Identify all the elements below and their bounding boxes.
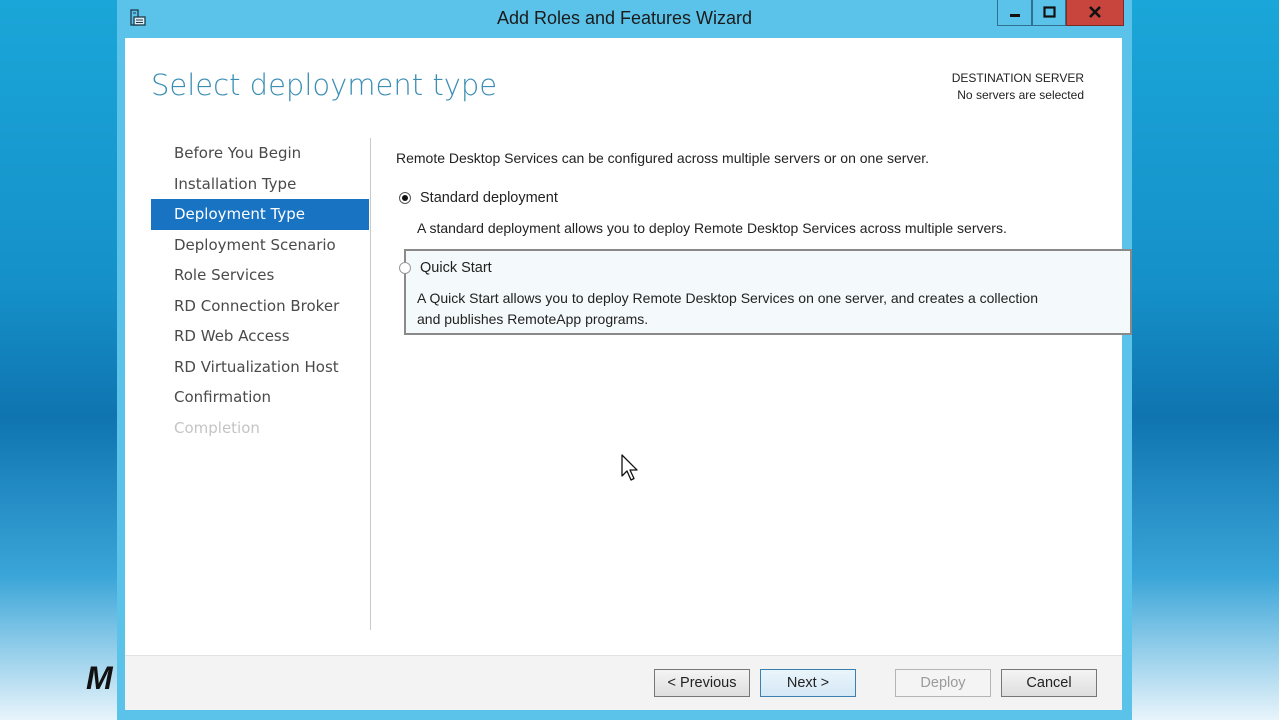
maximize-button[interactable] xyxy=(1032,0,1066,26)
window-title: Add Roles and Features Wizard xyxy=(496,8,753,28)
nav-item-rd-connection-broker[interactable]: RD Connection Broker xyxy=(151,291,369,322)
destination-server-value: No servers are selected xyxy=(957,88,1084,102)
minimize-button[interactable] xyxy=(997,0,1032,26)
nav-item-installation-type[interactable]: Installation Type xyxy=(151,169,369,200)
maximize-icon xyxy=(1042,3,1056,22)
nav-item-deployment-type[interactable]: Deployment Type xyxy=(151,199,369,230)
nav-item-deployment-scenario[interactable]: Deployment Scenario xyxy=(151,230,369,261)
cancel-button[interactable]: Cancel xyxy=(1001,669,1097,697)
background-brand-text: M xyxy=(86,660,113,696)
quick-start-radio[interactable] xyxy=(399,262,411,274)
wizard-window: Add Roles and Features Wizard Select dep… xyxy=(117,0,1132,720)
close-button[interactable] xyxy=(1066,0,1124,26)
standard-deployment-radio[interactable] xyxy=(399,192,411,204)
nav-item-rd-virtualization-host[interactable]: RD Virtualization Host xyxy=(151,352,369,383)
destination-server-label: DESTINATION SERVER xyxy=(951,71,1084,85)
standard-deployment-label[interactable]: Standard deployment xyxy=(420,190,558,206)
nav-item-confirmation[interactable]: Confirmation xyxy=(151,382,369,413)
close-icon xyxy=(1088,3,1102,22)
nav-item-rd-web-access[interactable]: RD Web Access xyxy=(151,321,369,352)
next-button[interactable]: Next > xyxy=(760,669,856,697)
wizard-nav: Before You Begin Installation Type Deplo… xyxy=(151,138,369,443)
standard-deployment-option[interactable]: Standard deployment xyxy=(399,190,558,206)
nav-item-role-services[interactable]: Role Services xyxy=(151,260,369,291)
minimize-icon xyxy=(1009,3,1021,22)
nav-divider xyxy=(370,138,371,630)
quick-start-description-line-2: and publishes RemoteApp programs. xyxy=(417,311,649,327)
deploy-button: Deploy xyxy=(895,669,991,697)
quick-start-option[interactable]: Quick Start xyxy=(399,260,492,276)
wizard-content: Select deployment type DESTINATION SERVE… xyxy=(125,38,1132,710)
standard-deployment-description: A standard deployment allows you to depl… xyxy=(417,220,1007,236)
title-bar[interactable]: Add Roles and Features Wizard xyxy=(117,0,1132,37)
quick-start-description-line-1: A Quick Start allows you to deploy Remot… xyxy=(417,290,1038,306)
nav-item-completion: Completion xyxy=(174,418,260,437)
previous-button[interactable]: < Previous xyxy=(654,669,750,697)
page-title: Select deployment type xyxy=(151,68,498,102)
nav-item-before-you-begin[interactable]: Before You Begin xyxy=(151,138,369,169)
mouse-pointer-icon xyxy=(621,454,639,482)
intro-text: Remote Desktop Services can be configure… xyxy=(396,150,930,166)
quick-start-label[interactable]: Quick Start xyxy=(420,260,492,276)
